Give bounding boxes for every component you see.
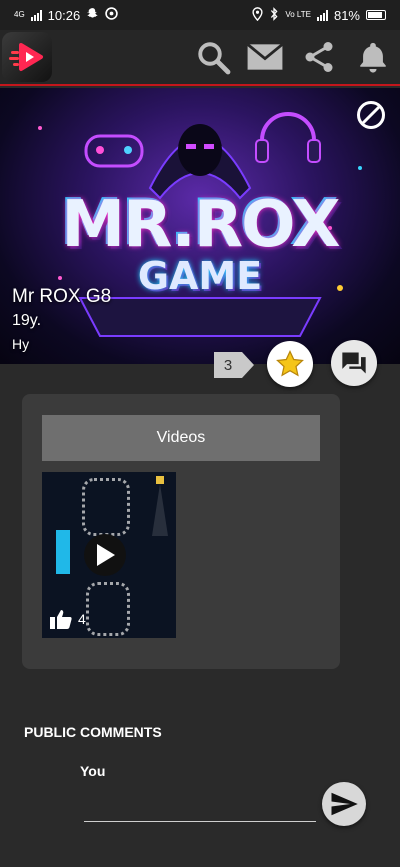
chat-button[interactable] <box>331 340 377 386</box>
battery-icon <box>366 10 386 20</box>
bell-icon[interactable] <box>354 38 392 76</box>
lte-badge: Vo LTE <box>285 10 311 19</box>
block-icon[interactable] <box>356 100 386 130</box>
thumbnail-art <box>86 582 130 636</box>
comment-author-label: You <box>80 763 106 779</box>
send-icon <box>331 792 358 816</box>
status-left: 4G 10:26 <box>14 7 118 23</box>
favorite-button[interactable] <box>267 341 313 387</box>
mail-icon[interactable] <box>246 38 284 76</box>
chat-icon <box>342 352 366 374</box>
snapchat-icon <box>86 7 99 23</box>
bluetooth-icon <box>269 6 279 24</box>
status-right: Vo LTE 81% <box>252 6 386 24</box>
profile-bio: Hy <box>12 336 30 352</box>
video-thumbnail[interactable]: 4 <box>42 472 176 638</box>
app-logo-icon[interactable] <box>2 32 52 82</box>
profile-age: 19y. <box>12 312 42 329</box>
banner-title: MR.ROX <box>61 188 340 262</box>
clock: 10:26 <box>47 7 81 23</box>
play-icon[interactable] <box>84 534 126 576</box>
network-type: 4G <box>14 10 25 19</box>
comment-input[interactable] <box>84 786 316 822</box>
send-button[interactable] <box>322 782 366 826</box>
profile-banner: MR.ROX GAME Mr ROX G8 19y. Hy <box>0 88 400 364</box>
signal-icon <box>30 9 42 21</box>
battery-percent: 81% <box>333 7 360 23</box>
video-likes-count: 4 <box>78 611 86 627</box>
video-likes: 4 <box>48 608 86 630</box>
signal-icon-2 <box>316 9 328 21</box>
thumbs-up-icon <box>50 610 72 629</box>
location-icon <box>252 6 263 24</box>
thumbnail-light <box>152 476 168 536</box>
status-bar: 4G 10:26 Vo LTE 81% <box>0 0 400 30</box>
profile-name: Mr ROX G8 <box>12 286 112 307</box>
thumbnail-tag <box>56 530 70 574</box>
comments-title: PUBLIC COMMENTS <box>24 724 162 740</box>
search-icon[interactable] <box>194 38 232 76</box>
star-icon <box>276 350 304 377</box>
share-icon[interactable] <box>300 38 338 76</box>
videos-card: Videos 4 <box>22 394 340 669</box>
app-bar <box>0 30 400 86</box>
chrome-icon <box>105 7 118 23</box>
tab-videos[interactable]: Videos <box>42 415 320 461</box>
favorites-count: 3 <box>214 352 254 378</box>
thumbnail-art <box>82 478 130 536</box>
